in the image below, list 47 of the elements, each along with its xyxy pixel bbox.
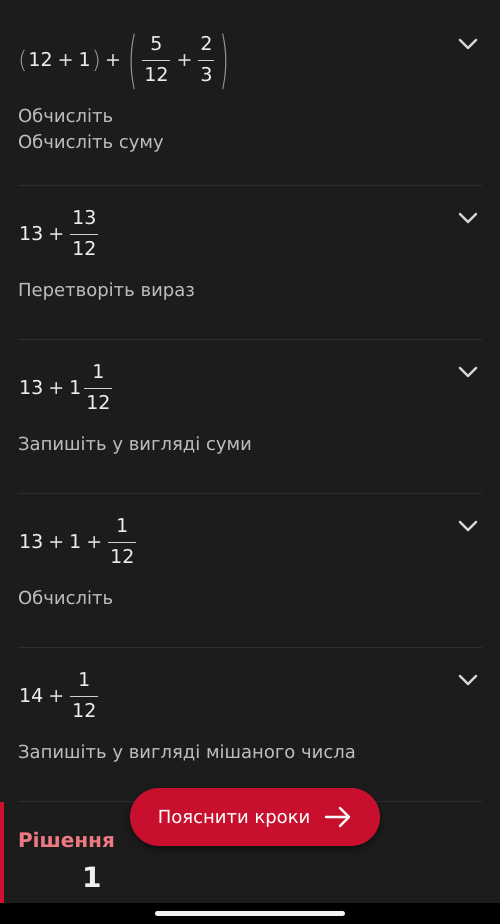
- step-caption: Запишіть у вигляді суми: [18, 433, 253, 457]
- math-number: 1: [68, 531, 82, 553]
- fraction-denominator: 12: [85, 392, 112, 416]
- step-caption: Запишіть у вигляді мішаного числа: [18, 741, 357, 765]
- chevron-down-icon[interactable]: [458, 38, 478, 50]
- fraction-denominator: 12: [109, 546, 136, 570]
- parenthesis: (: [18, 46, 28, 74]
- step-caption: Перетворіть вираз: [18, 279, 196, 303]
- math-number: 1: [77, 49, 92, 71]
- parenthesis: (: [128, 24, 138, 96]
- explain-steps-button[interactable]: Пояснити кроки: [130, 788, 380, 846]
- math-number: 13: [18, 531, 44, 553]
- step-caption: Обчисліть суму: [18, 131, 165, 155]
- chevron-down-icon[interactable]: [458, 520, 478, 532]
- step-caption: Обчисліть: [18, 105, 114, 129]
- math-number: 14: [18, 685, 44, 707]
- math-operator: +: [47, 531, 66, 553]
- fraction-numerator: 13: [71, 206, 98, 230]
- math-operator: +: [47, 223, 66, 245]
- solution-value: 1: [82, 864, 102, 892]
- fraction-numerator: 2: [199, 32, 214, 56]
- fraction-numerator: 1: [91, 360, 106, 384]
- chevron-down-icon[interactable]: [458, 366, 478, 378]
- chevron-down-icon[interactable]: [458, 212, 478, 224]
- math-number: 13: [18, 223, 44, 245]
- fraction-denominator: 3: [199, 64, 214, 88]
- math-operator: +: [85, 531, 104, 553]
- arrow-right-icon: [324, 806, 352, 828]
- math-number: 1: [68, 377, 82, 399]
- math-operator: +: [47, 685, 66, 707]
- fraction-numerator: 1: [77, 668, 92, 692]
- math-number: 13: [18, 377, 44, 399]
- parenthesis: ): [219, 24, 229, 96]
- math-operator: +: [175, 49, 194, 71]
- chevron-down-icon[interactable]: [458, 674, 478, 686]
- fraction-numerator: 1: [115, 514, 130, 538]
- fraction-denominator: 12: [143, 64, 170, 88]
- math-operator: +: [104, 49, 122, 71]
- math-number: 12: [27, 49, 54, 71]
- math-operator: +: [47, 377, 66, 399]
- fraction-numerator: 5: [149, 32, 164, 56]
- fraction-denominator: 12: [71, 700, 98, 724]
- fraction-denominator: 12: [71, 238, 98, 262]
- math-operator: +: [56, 49, 74, 71]
- parenthesis: ): [92, 46, 101, 74]
- step-caption: Обчисліть: [18, 587, 114, 611]
- solution-title: Рішення: [18, 828, 116, 852]
